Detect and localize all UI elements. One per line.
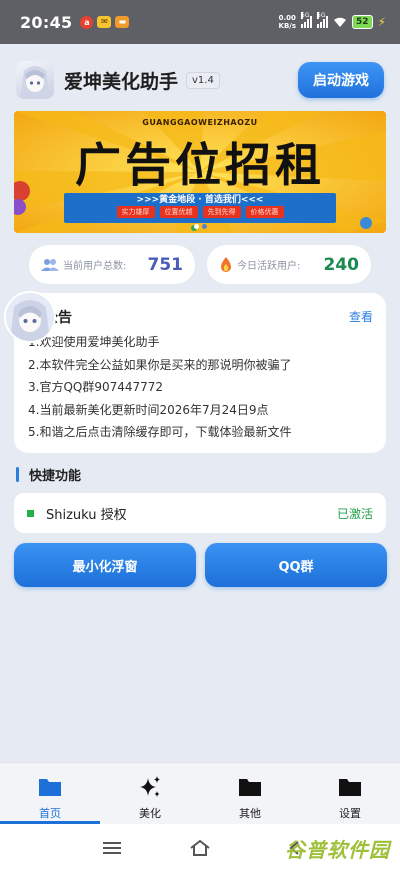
- banner-headline: 广告位招租: [75, 138, 325, 192]
- bottom-nav: 首页 美化 其他 设置: [0, 762, 400, 825]
- nav-item-home[interactable]: 首页: [0, 763, 100, 825]
- total-users-pill: 当前用户总数: 751: [29, 245, 195, 284]
- status-time: 20:45: [20, 12, 73, 32]
- shizuku-auth-row[interactable]: Shizuku 授权 已激活: [14, 493, 386, 533]
- banner-tag: 位置优越: [159, 206, 198, 218]
- nav-label: 首页: [39, 807, 61, 820]
- notice-item: 4.当前最新美化更新时间2026年7月24日9点: [28, 402, 269, 417]
- menu-icon[interactable]: [103, 842, 121, 854]
- folder-icon: [39, 779, 61, 796]
- quick-functions-header: 快捷功能: [16, 465, 81, 484]
- active-users-label: 今日活跃用户:: [237, 261, 301, 272]
- folder-icon: [339, 779, 361, 796]
- wifi-icon: [334, 17, 347, 27]
- nav-item-other[interactable]: 其他: [200, 763, 300, 825]
- notice-item: 2.本软件完全公益如果你是买来的那说明你被骗了: [28, 357, 292, 372]
- banner-dot[interactable]: [201, 224, 207, 229]
- users-icon: [41, 258, 59, 271]
- banner-dot[interactable]: [193, 224, 199, 229]
- signal-icon-2: 5G: [317, 12, 329, 28]
- system-nav-bar: 谷普软件园: [0, 824, 400, 872]
- qq-group-button[interactable]: QQ群: [205, 543, 387, 587]
- mail-icon: ✉: [97, 15, 112, 28]
- notice-view-link[interactable]: 查看: [349, 308, 373, 325]
- home-icon[interactable]: [189, 839, 211, 857]
- status-bar: 20:45 a ✉ ▬ 0.00 KB/s 5G 5G 52 ⚡: [0, 0, 400, 44]
- notification-icons: a ✉ ▬: [80, 15, 130, 29]
- ad-banner[interactable]: GUANGGAOWEIZHAOZU 广告位招租 >>>黄金地段 · 首选我们<<…: [14, 111, 386, 233]
- notice-list: 1.欢迎使用爱坤美化助手 2.本软件完全公益如果你是买来的那说明你被骗了 3.官…: [28, 331, 291, 444]
- signal-icon: 5G: [301, 12, 313, 28]
- total-users-label: 当前用户总数:: [63, 261, 127, 272]
- version-badge: v1.4: [186, 71, 220, 89]
- app-logo: [16, 61, 54, 99]
- total-users-value: 751: [147, 254, 184, 275]
- net-speed: 0.00 KB/s: [278, 14, 297, 30]
- sparkle-icon: [140, 776, 160, 797]
- section-accent-bar: [16, 467, 19, 482]
- app-title: 爱坤美化助手: [64, 70, 179, 93]
- active-users-pill: 今日活跃用户: 240: [207, 245, 371, 284]
- nav-label: 其他: [239, 807, 261, 820]
- fire-icon: [221, 256, 231, 272]
- avatar: [4, 291, 56, 343]
- nav-item-settings[interactable]: 设置: [300, 763, 400, 825]
- notice-item: 1.欢迎使用爱坤美化助手: [28, 335, 160, 349]
- launch-game-button[interactable]: 启动游戏: [298, 62, 384, 98]
- section-title: 快捷功能: [29, 469, 82, 484]
- shizuku-status: 已激活: [336, 506, 373, 521]
- status-right: 0.00 KB/s 5G 5G 52 ⚡: [278, 12, 386, 30]
- wallet-icon: ▬: [115, 15, 130, 28]
- nav-label: 设置: [339, 807, 361, 820]
- banner-tag: 先到先得: [202, 206, 241, 218]
- app-notification-icon: a: [80, 15, 94, 29]
- banner-pinyin: GUANGGAOWEIZHAOZU: [142, 118, 258, 127]
- banner-pagination: [14, 224, 386, 229]
- banner-slogan: >>>黄金地段 · 首选我们<<<: [136, 195, 264, 205]
- shizuku-label: Shizuku 授权: [46, 507, 127, 523]
- banner-tag: 价格优惠: [245, 206, 284, 218]
- status-dot-icon: [27, 509, 34, 517]
- battery-icon: 52: [352, 15, 373, 29]
- banner-tags: 实力雄厚 位置优越 先到先得 价格优惠: [14, 206, 386, 218]
- notice-card: 公告 查看 1.欢迎使用爱坤美化助手 2.本软件完全公益如果你是买来的那说明你被…: [14, 293, 386, 453]
- app-header: 爱坤美化助手 v1.4 启动游戏: [16, 60, 384, 100]
- nav-label: 美化: [139, 807, 161, 820]
- active-users-value: 240: [323, 254, 360, 275]
- banner-tag: 实力雄厚: [116, 206, 155, 218]
- minimize-float-button[interactable]: 最小化浮窗: [14, 543, 196, 587]
- notice-item: 3.官方QQ群907447772: [28, 380, 164, 395]
- notice-item: 5.和谐之后点击清除缓存即可，下载体验最新文件: [28, 425, 292, 440]
- charging-icon: ⚡: [377, 15, 386, 29]
- watermark-text: 谷普软件园: [285, 838, 390, 862]
- nav-item-beautify[interactable]: 美化: [100, 763, 200, 825]
- folder-icon: [239, 779, 261, 796]
